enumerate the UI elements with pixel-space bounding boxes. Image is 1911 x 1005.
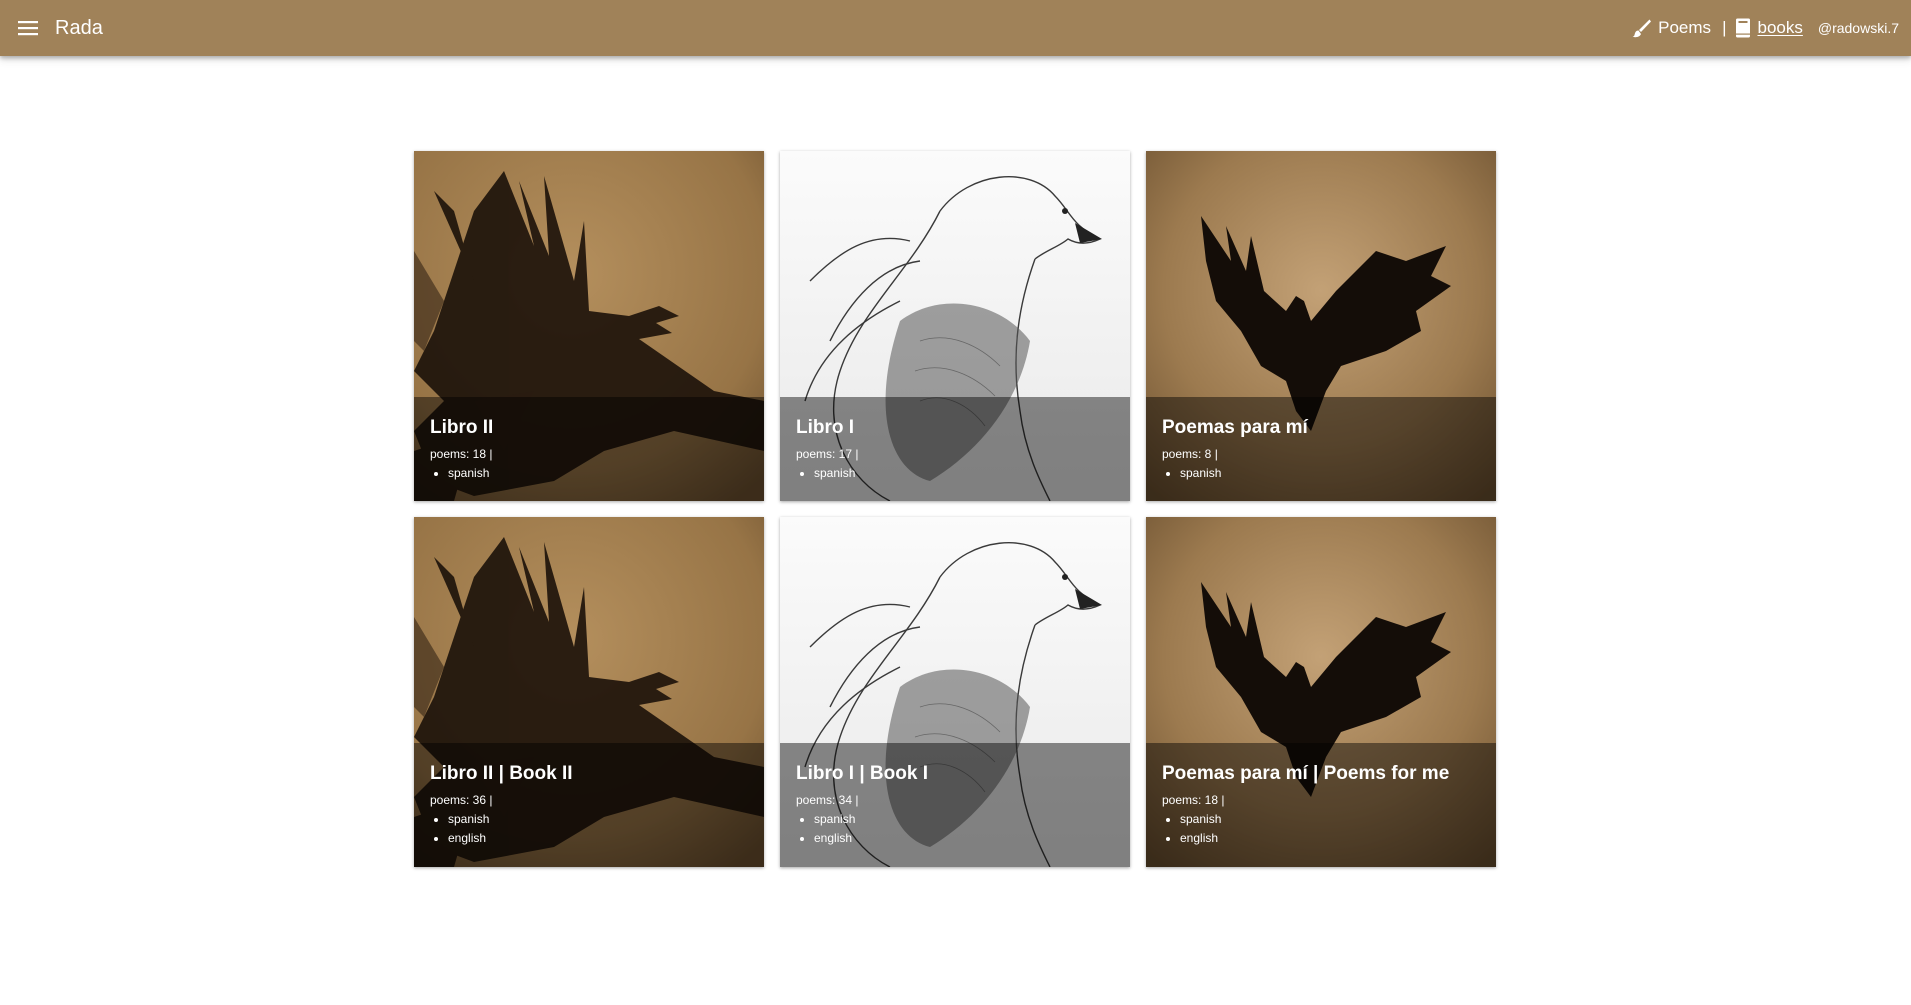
app-title[interactable]: Rada — [55, 17, 103, 40]
language-item: spanish — [1180, 812, 1480, 826]
top-nav: Poems | books @radowski.7 — [1632, 0, 1899, 56]
book-icon — [1735, 18, 1751, 38]
language-item: spanish — [448, 466, 748, 480]
book-card[interactable]: Libro II | Book II poems: 36 | spanish e… — [414, 517, 764, 867]
book-card[interactable]: Libro II poems: 18 | spanish — [414, 151, 764, 501]
card-caption: Poemas para mí poems: 8 | spanish — [1146, 397, 1496, 501]
book-title: Poemas para mí — [1162, 417, 1308, 438]
book-title: Poemas para mí | Poems for me — [1162, 763, 1450, 784]
language-item: english — [448, 831, 748, 845]
language-list: spanish english — [430, 812, 748, 845]
nav-separator: | — [1722, 18, 1727, 37]
books-grid: Libro II poems: 18 | spanish — [414, 151, 1496, 867]
nav-poems-link[interactable]: Poems — [1632, 18, 1711, 38]
poem-count: poems: 8 | — [1162, 447, 1218, 461]
language-item: spanish — [448, 812, 748, 826]
book-title: Libro I — [796, 417, 855, 438]
poem-count: poems: 17 | — [796, 447, 859, 461]
book-card[interactable]: Poemas para mí poems: 8 | spanish — [1146, 151, 1496, 501]
book-title: Libro II — [430, 417, 494, 438]
language-item: spanish — [814, 812, 1114, 826]
book-title: Libro I | Book I — [796, 763, 928, 784]
poem-count: poems: 18 | — [1162, 793, 1225, 807]
card-caption: Libro I poems: 17 | spanish — [780, 397, 1130, 501]
poem-count: poems: 18 | — [430, 447, 493, 461]
nav-books-label: books — [1757, 18, 1803, 37]
book-card[interactable]: Libro I poems: 17 | spanish — [780, 151, 1130, 501]
book-title: Libro II | Book II — [430, 763, 573, 784]
language-list: spanish english — [796, 812, 1114, 845]
menu-icon — [18, 21, 38, 36]
language-item: spanish — [1180, 466, 1480, 480]
language-item: english — [1180, 831, 1480, 845]
nav-poems-label: Poems — [1658, 18, 1712, 37]
poem-count: poems: 36 | — [430, 793, 493, 807]
card-caption: Poemas para mí | Poems for me poems: 18 … — [1146, 743, 1496, 867]
app-bar: Rada Poems | books @radowski.7 — [0, 0, 1911, 56]
nav-books-link[interactable]: books — [1735, 18, 1803, 38]
language-list: spanish — [796, 466, 1114, 480]
book-card[interactable]: Libro I | Book I poems: 34 | spanish eng… — [780, 517, 1130, 867]
card-caption: Libro II poems: 18 | spanish — [414, 397, 764, 501]
poem-count: poems: 34 | — [796, 793, 859, 807]
language-item: english — [814, 831, 1114, 845]
language-list: spanish — [430, 466, 748, 480]
card-caption: Libro II | Book II poems: 36 | spanish e… — [414, 743, 764, 867]
brush-icon — [1632, 18, 1652, 38]
user-handle[interactable]: @radowski.7 — [1818, 20, 1899, 36]
language-list: spanish english — [1162, 812, 1480, 845]
language-list: spanish — [1162, 466, 1480, 480]
menu-button[interactable] — [14, 14, 42, 42]
language-item: spanish — [814, 466, 1114, 480]
card-caption: Libro I | Book I poems: 34 | spanish eng… — [780, 743, 1130, 867]
book-card[interactable]: Poemas para mí | Poems for me poems: 18 … — [1146, 517, 1496, 867]
